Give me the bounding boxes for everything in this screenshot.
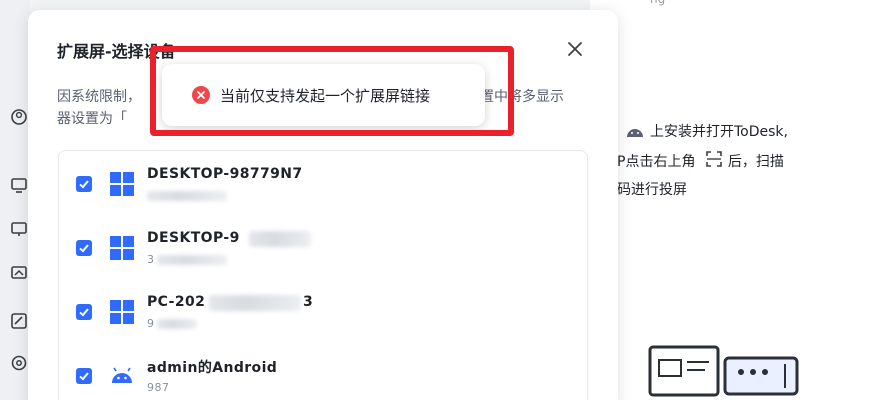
- device-checkbox[interactable]: [76, 368, 92, 384]
- windows-icon: [109, 235, 135, 261]
- device-checkbox[interactable]: [76, 304, 92, 320]
- redacted-id: [157, 319, 197, 329]
- background-line-2: P点击右上角 后，扫描: [617, 150, 784, 172]
- user-icon[interactable]: [10, 108, 28, 126]
- remote-screen-icon[interactable]: [10, 220, 28, 238]
- devices-illustration: [648, 345, 799, 397]
- device-name: admin的Android: [147, 360, 278, 376]
- checkmark-icon: [79, 372, 89, 381]
- app-sidebar: [0, 0, 30, 400]
- device-checkbox[interactable]: [76, 240, 92, 256]
- device-row[interactable]: DESKTOP-98779N7: [59, 151, 589, 213]
- android-icon: [625, 124, 645, 142]
- checkmark-icon: [79, 244, 89, 253]
- checkmark-icon: [79, 308, 89, 317]
- background-panel: [590, 0, 869, 400]
- windows-icon: [109, 171, 135, 197]
- close-button[interactable]: [564, 38, 586, 60]
- device-name: DESKTOP-98779N7: [147, 166, 303, 182]
- device-name-suffix: 3: [303, 294, 314, 310]
- description-line-1: 因系统限制，: [57, 89, 141, 105]
- background-line-1: 上安装并打开ToDesk,: [620, 121, 788, 142]
- highlight-annotation-box: [150, 46, 514, 136]
- redacted-id: [157, 255, 227, 265]
- android-icon: [109, 363, 135, 389]
- cast-screen-icon[interactable]: [10, 264, 28, 282]
- background-line-3: 码进行投屏: [617, 182, 687, 198]
- redacted-id: [147, 191, 227, 201]
- redacted-name: [249, 231, 311, 247]
- background-line-2-prefix: P点击右上角: [617, 154, 696, 170]
- device-name: PC-202: [147, 294, 206, 310]
- settings-icon[interactable]: [10, 354, 28, 372]
- device-list: DESKTOP-98779N7 DESKTOP-9 3 PC-202 3 9 a…: [58, 150, 588, 400]
- redacted-name: [209, 295, 301, 311]
- scan-icon: [705, 150, 723, 172]
- device-name: DESKTOP-9: [147, 230, 240, 246]
- background-top-text: ng: [650, 0, 665, 6]
- windows-icon: [109, 299, 135, 325]
- device-row[interactable]: DESKTOP-9 3: [59, 215, 589, 277]
- device-id: 987: [147, 381, 170, 394]
- background-line-1-text: 上安装并打开ToDesk,: [650, 124, 788, 140]
- device-checkbox[interactable]: [76, 176, 92, 192]
- device-row[interactable]: admin的Android 987: [59, 343, 589, 400]
- close-icon: [568, 42, 582, 56]
- monitor-icon[interactable]: [10, 176, 28, 194]
- device-row[interactable]: PC-202 3 9: [59, 279, 589, 341]
- device-id: 3: [147, 253, 155, 266]
- background-line-2-suffix: 后，扫描: [727, 154, 784, 170]
- device-id: 9: [147, 317, 155, 330]
- checkmark-icon: [79, 180, 89, 189]
- extend-screen-icon[interactable]: [10, 312, 28, 330]
